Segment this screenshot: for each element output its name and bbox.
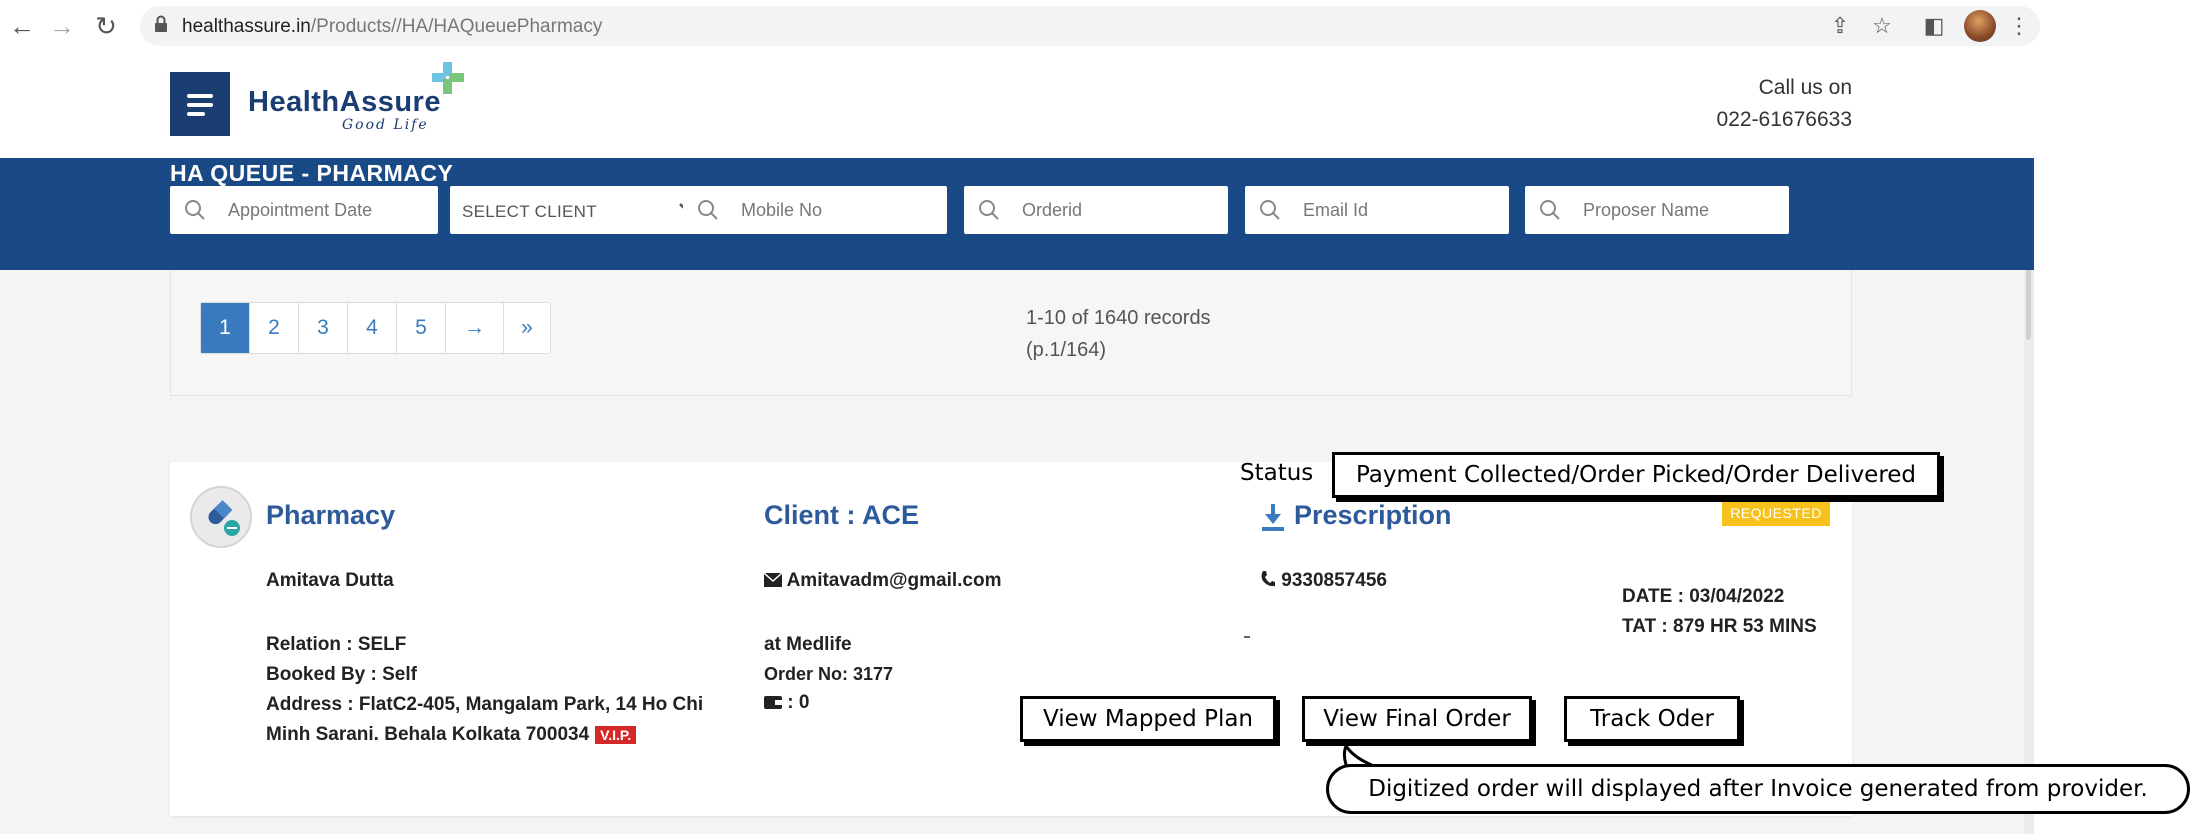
forward-arrow-icon[interactable]: → <box>46 10 78 42</box>
patient-phone: 9330857456 <box>1260 570 1387 592</box>
url-path: /Products//HA/HAQueuePharmacy <box>310 16 603 37</box>
email-id-input[interactable]: Email Id <box>1245 186 1509 234</box>
mobile-no-input[interactable]: Mobile No <box>683 186 947 234</box>
share-icon[interactable]: ⇪ <box>1826 12 1854 40</box>
email-id-placeholder: Email Id <box>1303 200 1369 220</box>
star-icon[interactable]: ☆ <box>1868 12 1896 40</box>
view-final-order-button[interactable]: View Final Order <box>1302 696 1532 742</box>
track-order-button[interactable]: Track Oder <box>1564 696 1740 742</box>
wallet-value: : 0 <box>787 692 810 713</box>
status-badge: REQUESTED <box>1722 500 1830 526</box>
phone-icon <box>1261 571 1275 587</box>
record-card <box>170 462 1852 816</box>
pill-icon <box>190 486 252 548</box>
empty-value-dash: - <box>1244 636 1250 638</box>
menu-line-icon <box>187 103 213 107</box>
search-icon <box>1260 200 1280 220</box>
orderid-input[interactable]: Orderid <box>964 186 1228 234</box>
proposer-name-input[interactable]: Proposer Name <box>1525 186 1789 234</box>
browser-toolbar: ← → ↻ healthassure.in/Products//HA/HAQue… <box>0 0 2040 52</box>
select-client-dropdown[interactable]: SELECT CLIENT <box>450 186 712 234</box>
search-icon <box>1540 200 1560 220</box>
booked-by: Booked By : Self <box>266 664 417 685</box>
reload-icon[interactable]: ↻ <box>90 10 122 42</box>
records-page: (p.1/164) <box>1026 339 1107 361</box>
url-host: healthassure.in <box>182 16 311 37</box>
page-2-button[interactable]: 2 <box>250 303 299 353</box>
page-3-button[interactable]: 3 <box>299 303 348 353</box>
email-value: Amitavadm@gmail.com <box>786 570 1002 591</box>
vip-badge: V.I.P. <box>595 725 637 744</box>
search-icon <box>185 200 205 220</box>
select-client-value: SELECT CLIENT <box>462 202 597 221</box>
status-value-box: Payment Collected/Order Picked/Order Del… <box>1332 452 1940 498</box>
patient-name: Amitava Dutta <box>266 570 394 591</box>
client-title: Client : ACE <box>764 500 919 530</box>
search-icon <box>979 200 999 220</box>
wallet-icon <box>764 696 782 709</box>
more-icon[interactable]: ⋮ <box>2008 12 2030 40</box>
search-icon <box>698 200 718 220</box>
patient-email: Amitavadm@gmail.com <box>763 570 1002 592</box>
logo-text: HealthAssure <box>248 86 441 118</box>
screen: ← → ↻ healthassure.in/Products//HA/HAQue… <box>0 0 2194 834</box>
phone-value: 9330857456 <box>1281 570 1387 591</box>
view-mapped-plan-button[interactable]: View Mapped Plan <box>1020 696 1276 742</box>
envelope-icon <box>763 572 783 587</box>
wallet-balance: : 0 <box>764 692 809 714</box>
orderid-placeholder: Orderid <box>1022 200 1083 220</box>
pill-icon-graphic <box>208 500 240 536</box>
menu-line-icon <box>187 112 205 116</box>
call-us-number[interactable]: 022-61676633 <box>1660 108 1852 132</box>
page-4-button[interactable]: 4 <box>348 303 397 353</box>
callout-note: Digitized order will displayed after Inv… <box>1326 764 2190 814</box>
back-arrow-icon[interactable]: ← <box>6 10 38 42</box>
hamburger-menu-button[interactable] <box>170 72 230 136</box>
page-title: HA QUEUE - PHARMACY <box>170 160 454 186</box>
next-page-button[interactable]: → <box>446 303 504 353</box>
records-count: 1-10 of 1640 records (p.1/164) <box>1026 302 1211 366</box>
record-date: DATE : 03/04/2022 <box>1622 586 1785 607</box>
proposer-name-placeholder: Proposer Name <box>1583 200 1710 220</box>
appointment-date-placeholder: Appointment Date <box>228 200 373 220</box>
address-bar[interactable]: healthassure.in/Products//HA/HAQueuePhar… <box>140 6 2040 46</box>
pagination: 1 2 3 4 5 → » <box>200 302 551 354</box>
mobile-no-placeholder: Mobile No <box>741 200 823 220</box>
url-text: healthassure.in/Products//HA/HAQueuePhar… <box>182 16 602 38</box>
address-line-2-text: Minh Sarani. Behala Kolkata 700034 <box>266 724 590 745</box>
page-5-button[interactable]: 5 <box>397 303 446 353</box>
side-panel-icon[interactable]: ◧ <box>1920 12 1948 40</box>
address-line-1: Address : FlatC2-405, Mangalam Park, 14 … <box>266 694 704 715</box>
page-1-button[interactable]: 1 <box>201 303 250 353</box>
lock-icon <box>155 15 167 32</box>
provider: at Medlife <box>764 634 852 655</box>
prescription-link[interactable]: Prescription <box>1294 500 1452 531</box>
call-us-label: Call us on <box>1758 76 1852 99</box>
appointment-date-input[interactable]: Appointment Date <box>170 186 438 234</box>
status-label: Status <box>1240 460 1314 486</box>
records-range: 1-10 of 1640 records <box>1026 307 1211 329</box>
menu-line-icon <box>187 94 213 98</box>
order-number: Order No: 3177 <box>764 664 894 684</box>
download-icon[interactable] <box>1260 502 1286 532</box>
logo-cross-icon <box>432 62 464 94</box>
record-tat: TAT : 879 HR 53 MINS <box>1622 616 1817 637</box>
record-type-title: Pharmacy <box>266 500 396 530</box>
logo-tagline: Good Life <box>342 117 429 133</box>
profile-avatar[interactable] <box>1964 10 1996 42</box>
last-page-button[interactable]: » <box>504 303 550 353</box>
address-line-2: Minh Sarani. Behala Kolkata 700034 V.I.P. <box>266 724 637 746</box>
relation: Relation : SELF <box>266 634 407 655</box>
